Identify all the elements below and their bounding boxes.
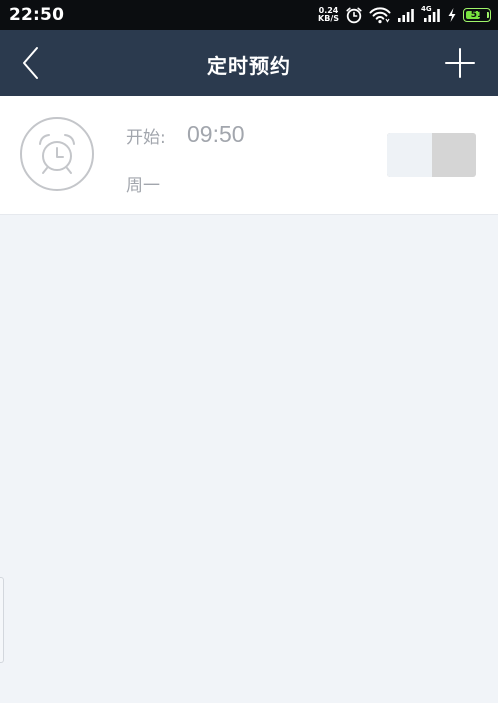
battery-level: 51 <box>470 10 484 20</box>
network-speed-unit: KB/S <box>318 14 339 23</box>
network-speed: 0.24 KB/S <box>318 7 339 23</box>
wifi-icon <box>369 6 391 24</box>
plus-icon <box>445 48 475 78</box>
charging-icon <box>447 7 457 23</box>
alarm-clock-icon <box>20 117 94 191</box>
status-time: 22:50 <box>9 5 65 25</box>
app-bar: 定时预约 <box>0 30 498 96</box>
battery-icon: 51 <box>463 8 491 22</box>
signal-4g-icon: 4G <box>421 5 441 23</box>
repeat-days: 周一 <box>126 176 160 196</box>
alarm-icon <box>345 6 363 24</box>
status-icons: 0.24 KB/S 4G 51 <box>318 4 491 26</box>
schedule-item[interactable]: 开始: 09:50 周一 <box>0 96 498 215</box>
signal-4g-label: 4G <box>421 5 432 13</box>
signal-icon <box>397 7 415 23</box>
toggle-thumb <box>387 133 432 177</box>
add-schedule-button[interactable] <box>440 42 480 84</box>
edge-drawer-handle[interactable] <box>0 577 4 663</box>
schedule-toggle[interactable] <box>387 133 476 177</box>
start-time: 09:50 <box>187 121 245 147</box>
page-title: 定时预约 <box>207 54 291 78</box>
start-label: 开始: <box>126 128 166 148</box>
status-bar: 22:50 0.24 KB/S 4G 51 <box>0 0 498 30</box>
